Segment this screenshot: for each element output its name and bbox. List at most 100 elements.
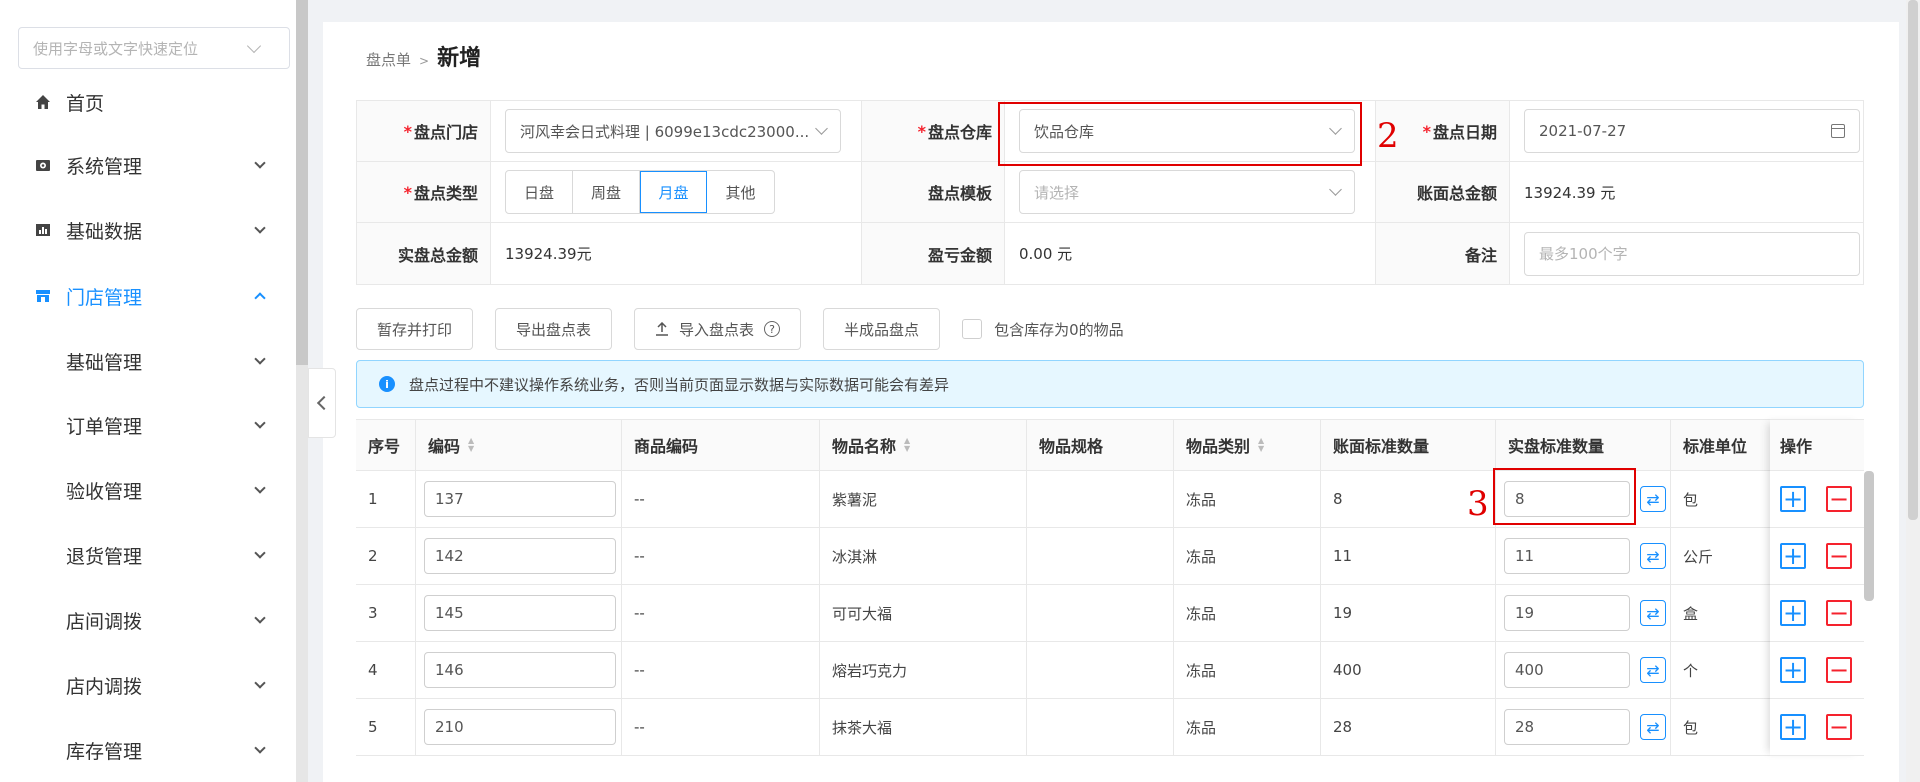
table-body: 1--紫薯泥冻品8⇄包2--冰淇淋冻品11⇄公斤3--可可大福冻品19⇄盒4--… — [356, 471, 1864, 756]
swap-icon[interactable]: ⇄ — [1640, 486, 1666, 512]
menu-item-home[interactable]: 首页 — [0, 80, 296, 124]
cell-book-qty: 11 — [1321, 528, 1496, 584]
type-option-daily[interactable]: 日盘 — [506, 171, 573, 213]
swap-icon[interactable]: ⇄ — [1640, 714, 1666, 740]
cell-index: 4 — [356, 642, 416, 698]
remove-row-button[interactable]: − — [1826, 714, 1852, 740]
menu-item-in-store-transfer[interactable]: 店内调拨 — [0, 663, 296, 707]
form-row: * 盘点类型 日盘 周盘 月盘 其他 盘点模板 请选择 账面总金额 13924.3… — [357, 162, 1863, 223]
sort-icon[interactable]: ▲ ▼ — [468, 437, 474, 453]
cell-spec — [1027, 642, 1174, 698]
store-select[interactable]: 河风幸会日式料理 | 6099e13cdc23000... — [505, 109, 841, 153]
actual-qty-input[interactable] — [1504, 652, 1630, 688]
menu-item-acceptance-management[interactable]: 验收管理 — [0, 468, 296, 512]
sort-icon[interactable]: ▲ ▼ — [904, 437, 910, 453]
book-total-value: 13924.39 元 — [1524, 183, 1616, 202]
col-spec: 物品规格 — [1027, 420, 1174, 470]
bar-chart-icon — [34, 221, 52, 239]
remove-row-button[interactable]: − — [1826, 486, 1852, 512]
menu-item-label: 基础管理 — [66, 351, 143, 374]
sidebar-scrollbar[interactable] — [296, 0, 308, 782]
cell-actual-qty: ⇄ — [1496, 642, 1671, 698]
swap-icon[interactable]: ⇄ — [1640, 657, 1666, 683]
col-category[interactable]: 物品类别 ▲ ▼ — [1174, 420, 1321, 470]
page-scroll-thumb[interactable] — [1908, 0, 1918, 520]
store-label: * 盘点门店 — [357, 101, 491, 161]
menu-item-basic-management[interactable]: 基础管理 — [0, 339, 296, 383]
remove-row-button[interactable]: − — [1826, 600, 1852, 626]
table-row: 3--可可大福冻品19⇄盒 — [356, 585, 1864, 642]
code-input[interactable] — [424, 481, 616, 517]
sort-icon[interactable]: ▲ ▼ — [1258, 437, 1264, 453]
cell-category: 冻品 — [1174, 528, 1321, 584]
code-input[interactable] — [424, 709, 616, 745]
col-code[interactable]: 编码 ▲ ▼ — [416, 420, 622, 470]
code-input[interactable] — [424, 652, 616, 688]
cell-book-qty: 19 — [1321, 585, 1496, 641]
sidebar-scroll-thumb[interactable] — [296, 0, 308, 365]
actual-total-value: 13924.39元 — [491, 223, 862, 284]
menu-item-inventory-management[interactable]: 库存管理 — [0, 728, 296, 772]
swap-icon[interactable]: ⇄ — [1640, 543, 1666, 569]
settings-icon — [34, 156, 52, 174]
export-button[interactable]: 导出盘点表 — [495, 308, 613, 350]
remove-row-button[interactable]: − — [1826, 543, 1852, 569]
chevron-down-icon — [1329, 183, 1342, 196]
menu-item-store-management[interactable]: 门店管理 — [0, 274, 296, 318]
menu-item-base-data[interactable]: 基础数据 — [0, 208, 296, 252]
help-icon[interactable]: ? — [764, 321, 781, 337]
import-button[interactable]: 导入盘点表 ? — [634, 308, 802, 350]
template-select[interactable]: 请选择 — [1019, 170, 1355, 214]
add-row-button[interactable]: + — [1780, 600, 1806, 626]
page-scrollbar[interactable] — [1906, 0, 1920, 782]
menu-item-order-management[interactable]: 订单管理 — [0, 403, 296, 447]
cell-name: 抹茶大福 — [820, 699, 1027, 755]
col-name[interactable]: 物品名称 ▲ ▼ — [820, 420, 1027, 470]
semi-finished-button[interactable]: 半成品盘点 — [823, 308, 941, 350]
add-row-button[interactable]: + — [1780, 657, 1806, 683]
breadcrumb-separator: > — [419, 54, 430, 68]
menu-item-system[interactable]: 系统管理 — [0, 143, 296, 187]
menu-search-select[interactable]: 使用字母或文字快速定位 — [18, 27, 290, 69]
remark-input[interactable]: 最多100个字 — [1524, 231, 1860, 276]
chevron-left-icon — [316, 395, 332, 411]
menu-item-label: 门店管理 — [66, 286, 143, 309]
type-option-other[interactable]: 其他 — [707, 171, 774, 213]
include-zero-checkbox[interactable]: 包含库存为0的物品 — [962, 319, 1124, 340]
menu-item-inter-store-transfer[interactable]: 店间调拨 — [0, 598, 296, 642]
actual-qty-input[interactable] — [1504, 709, 1630, 745]
menu-item-return-management[interactable]: 退货管理 — [0, 533, 296, 577]
remove-row-button[interactable]: − — [1826, 657, 1852, 683]
profit-loss-label: 盈亏金额 — [862, 223, 1005, 284]
type-option-weekly[interactable]: 周盘 — [573, 171, 640, 213]
add-row-button[interactable]: + — [1780, 543, 1806, 569]
code-input[interactable] — [424, 538, 616, 574]
ops-row: + − — [1770, 528, 1864, 585]
date-picker[interactable]: 2021-07-27 — [1524, 109, 1860, 153]
sidebar-collapse-button[interactable] — [308, 368, 336, 438]
calendar-icon — [1831, 124, 1845, 138]
code-input[interactable] — [424, 595, 616, 631]
add-row-button[interactable]: + — [1780, 486, 1806, 512]
swap-icon[interactable]: ⇄ — [1640, 600, 1666, 626]
actual-qty-input[interactable] — [1504, 595, 1630, 631]
actual-qty-input[interactable] — [1504, 538, 1630, 574]
type-option-monthly[interactable]: 月盘 — [640, 171, 707, 213]
cell-spec — [1027, 471, 1174, 527]
template-label: 盘点模板 — [862, 162, 1005, 222]
save-print-button[interactable]: 暂存并打印 — [356, 308, 474, 350]
chevron-down-icon — [254, 612, 266, 624]
remark-cell: 最多100个字 — [1510, 223, 1863, 284]
ops-rows: + − + − + − + − + − — [1770, 471, 1864, 756]
checkbox-box[interactable] — [962, 319, 983, 339]
add-row-button[interactable]: + — [1780, 714, 1806, 740]
table-scrollbar[interactable] — [1864, 471, 1874, 601]
col-code-label: 编码 — [428, 437, 461, 456]
breadcrumb-parent[interactable]: 盘点单 — [366, 49, 411, 70]
required-mark: * — [1422, 121, 1431, 141]
store-icon — [34, 287, 52, 305]
cell-index: 2 — [356, 528, 416, 584]
form-row: 实盘总金额 13924.39元 盈亏金额 0.00 元 备注 最多100个字 — [357, 223, 1863, 284]
menu-item-label: 退货管理 — [66, 545, 143, 568]
cell-product-code: -- — [622, 528, 820, 584]
